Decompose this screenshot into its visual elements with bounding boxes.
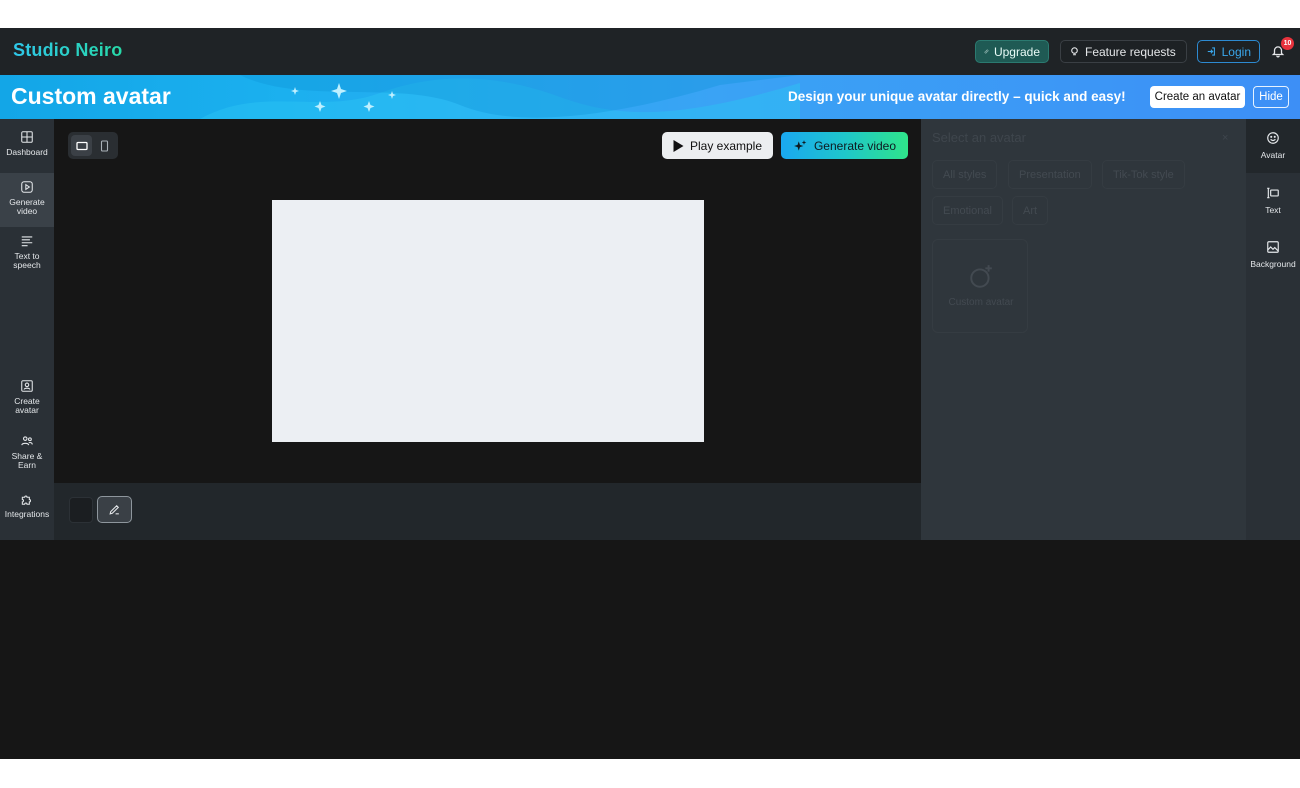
sidebar-item-label: Dashboard (6, 147, 48, 157)
sidebar-item-text-to-speech[interactable]: Text to speech (0, 234, 54, 278)
sidebar-item-label: Share & Earn (11, 451, 43, 470)
filter-all-styles[interactable]: All styles (932, 160, 998, 189)
aspect-ratio-toggle (68, 132, 118, 159)
top-navigation: Studio Neiro Upgrade Feature requests Lo… (0, 28, 1300, 75)
right-rail (1246, 119, 1300, 540)
sidebar-item-integrations[interactable]: Integrations (0, 492, 54, 526)
play-example-label: Play example (689, 138, 763, 153)
login-label: Login (1221, 44, 1251, 59)
panel-close-button[interactable]: × (1222, 132, 1228, 144)
feature-requests-label: Feature requests (1085, 44, 1176, 59)
rail-item-label: Background (1250, 259, 1296, 269)
rail-item-avatar[interactable]: Avatar (1246, 119, 1300, 173)
pencil-icon (109, 504, 120, 515)
feature-requests-button[interactable]: Feature requests (1060, 40, 1187, 63)
panel-title: Select an avatar (932, 130, 1026, 145)
login-button[interactable]: Login (1197, 40, 1260, 63)
sidebar-item-label: Create avatar (14, 396, 40, 415)
landscape-ratio-button[interactable] (71, 135, 92, 156)
edit-button[interactable] (97, 496, 132, 523)
link-icon (984, 49, 989, 54)
image-icon (1267, 241, 1279, 253)
sidebar-item-label: Generate video (9, 197, 45, 216)
video-preview-canvas[interactable] (272, 200, 704, 442)
sidebar-item-label: Text to speech (13, 251, 41, 270)
brand-logo[interactable]: Studio Neiro (13, 40, 122, 61)
filter-emotional[interactable]: Emotional (932, 196, 1003, 225)
play-icon (673, 139, 684, 152)
banner-subtitle: Design your unique avatar directly – qui… (788, 89, 1126, 104)
notification-badge: 10 (1281, 37, 1294, 50)
sidebar-item-label: Integrations (4, 509, 50, 519)
sidebar-item-create-avatar[interactable]: Create avatar (0, 379, 54, 423)
lightbulb-icon (1071, 47, 1078, 56)
promo-banner: Custom avatar Design your unique avatar … (0, 75, 1300, 119)
sparkles-icon (794, 139, 807, 151)
create-avatar-button[interactable]: Create an avatar (1150, 86, 1245, 108)
sidebar-item-generate-video[interactable]: Generate video (0, 173, 54, 227)
app-root: Studio Neiro Upgrade Feature requests Lo… (0, 28, 1300, 759)
bottom-toolbar (54, 483, 921, 540)
portrait-icon (100, 139, 109, 152)
portrait-ratio-button[interactable] (94, 135, 115, 156)
puzzle-icon (21, 495, 31, 505)
rail-item-label: Text (1265, 205, 1281, 215)
color-swatch[interactable] (69, 497, 93, 523)
custom-avatar-card[interactable]: Custom avatar (932, 239, 1028, 333)
landscape-icon (75, 141, 88, 150)
generate-video-button[interactable]: Generate video (781, 132, 908, 159)
play-example-button[interactable]: Play example (662, 132, 773, 159)
text-cursor-icon (1267, 187, 1279, 199)
sidebar-item-dashboard[interactable]: Dashboard (0, 130, 54, 170)
filter-presentation[interactable]: Presentation (1008, 160, 1092, 189)
add-avatar-icon (970, 265, 992, 288)
text-lines-icon (21, 236, 33, 247)
rail-item-label: Avatar (1260, 150, 1286, 160)
generate-video-label: Generate video (813, 138, 897, 153)
custom-avatar-label: Custom avatar (948, 297, 1014, 308)
upgrade-button[interactable]: Upgrade (975, 40, 1049, 63)
sidebar-item-share-earn[interactable]: Share & Earn (0, 434, 54, 478)
hide-banner-button[interactable]: Hide (1253, 86, 1289, 108)
play-square-icon (21, 181, 33, 193)
rail-item-background[interactable]: Background (1246, 240, 1300, 284)
users-icon (21, 436, 33, 446)
smile-icon (1267, 132, 1279, 144)
banner-decoration (200, 75, 800, 119)
user-square-icon (21, 380, 33, 392)
filter-tiktok-style[interactable]: Tik-Tok style (1102, 160, 1185, 189)
login-icon (1207, 47, 1215, 56)
upgrade-label: Upgrade (993, 44, 1040, 59)
filter-art[interactable]: Art (1012, 196, 1049, 225)
grid-icon (21, 131, 33, 143)
rail-item-text[interactable]: Text (1246, 186, 1300, 230)
banner-title: Custom avatar (11, 83, 171, 109)
